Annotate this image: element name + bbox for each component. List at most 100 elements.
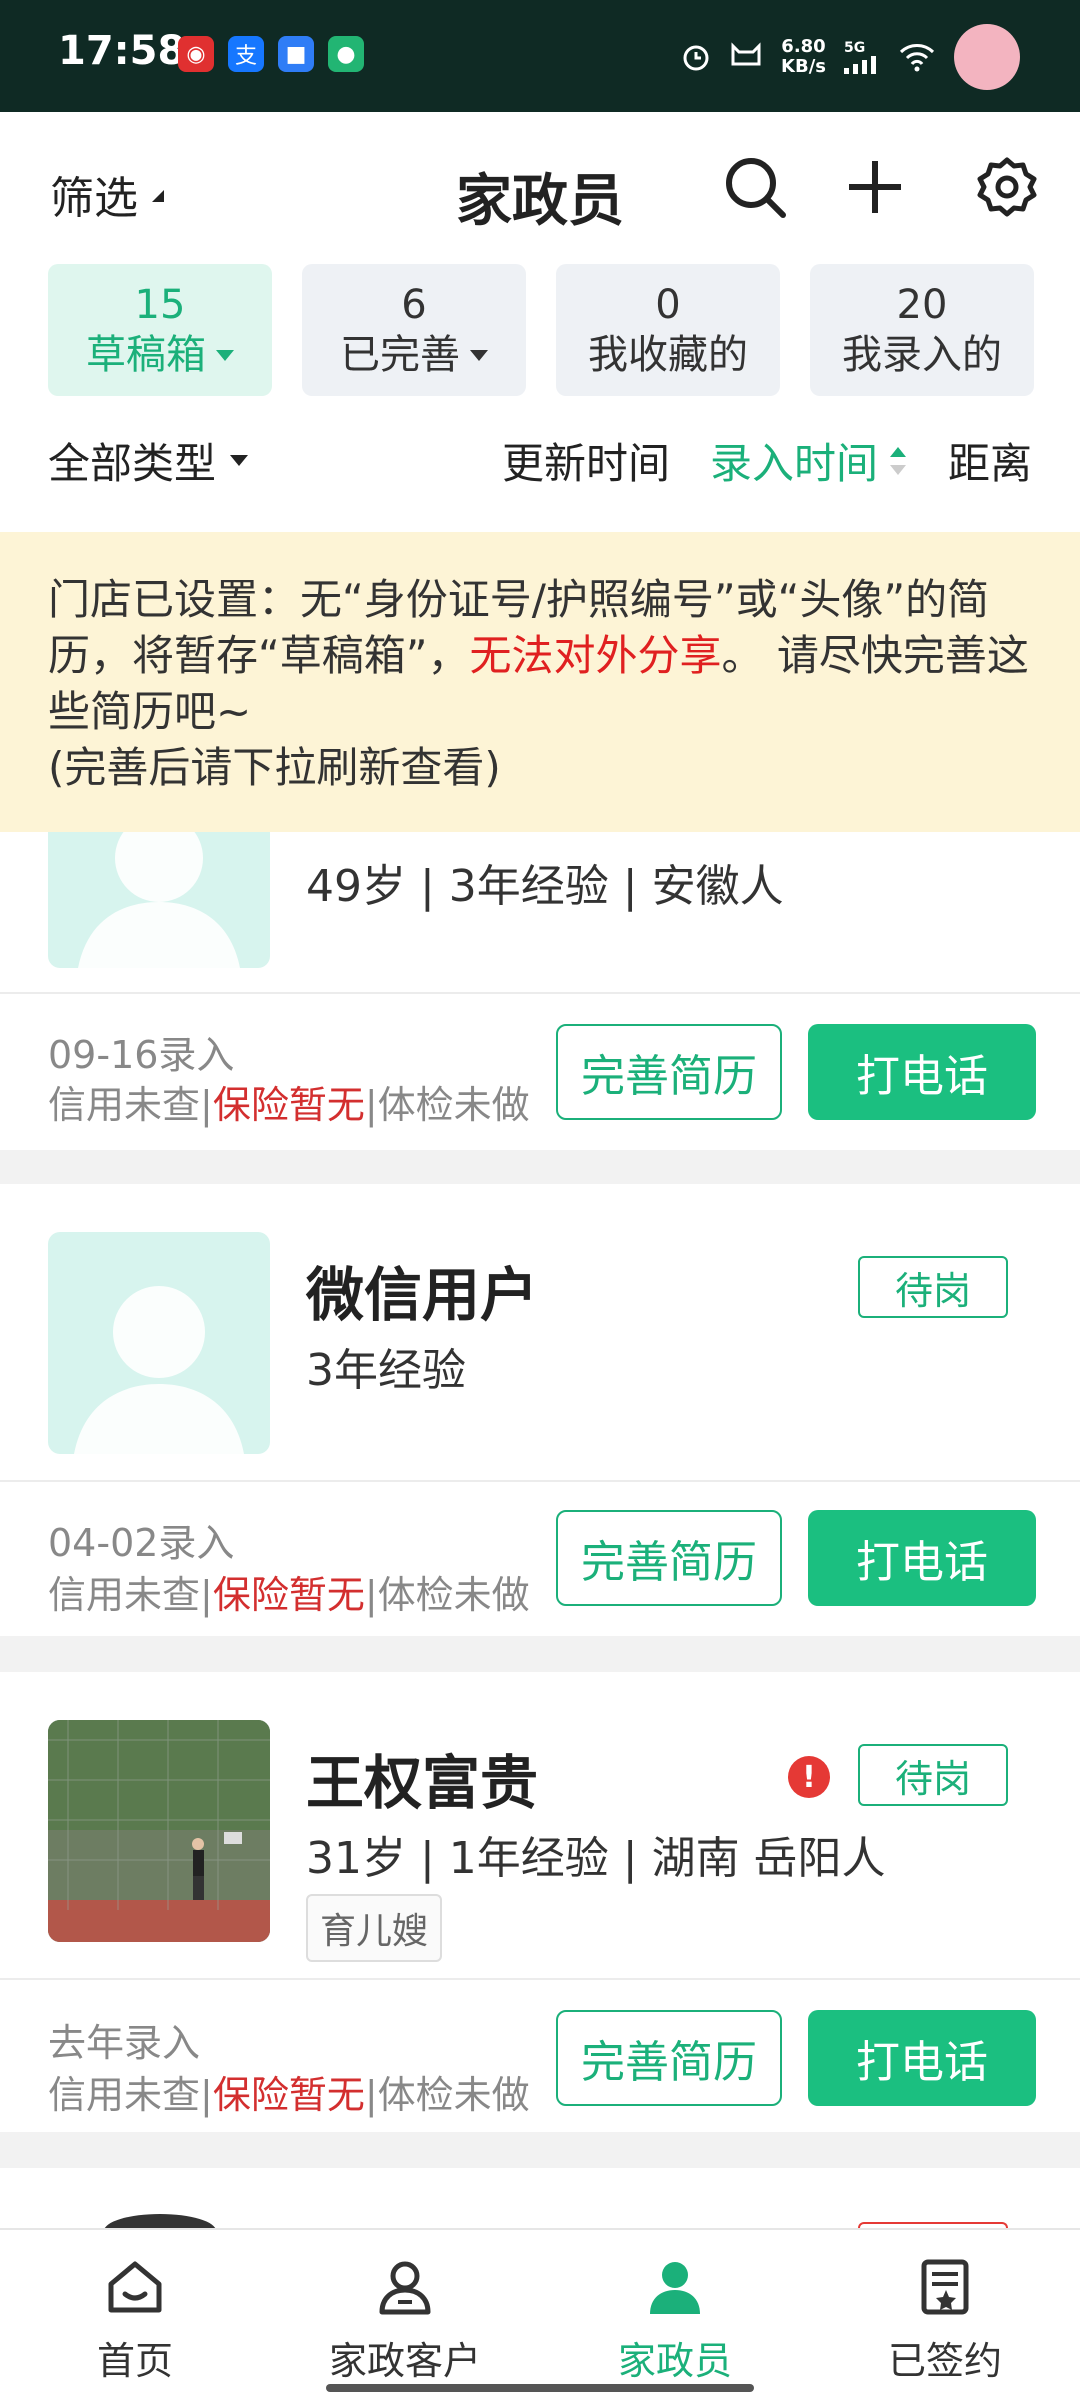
notice-part4: (完善后请下拉刷新查看) [48, 743, 501, 792]
tab-drafts[interactable]: 15 草稿箱 [48, 264, 272, 396]
tab-count: 0 [655, 282, 681, 328]
sort-option-update-time[interactable]: 更新时间 [502, 430, 670, 491]
complete-resume-button[interactable]: 完善简历 [556, 1024, 782, 1120]
sort-icon [889, 446, 906, 475]
status-bar: 17:58 ◉ 支 ■ ● 6.80 KB/s 5G [0, 0, 1080, 112]
credit-status: 信用未查 [48, 2073, 201, 2117]
notice-banner: 门店已设置：无“身份证号/护照编号”或“头像”的简历，将暂存“草稿箱”，无法对外… [0, 532, 1080, 832]
checkup-status: 体检未做 [377, 1573, 530, 1617]
nav-home[interactable]: 首页 [0, 2230, 270, 2402]
nav-clients[interactable]: 家政客户 [270, 2230, 540, 2402]
worker-name: 王权富贵 [306, 1749, 539, 1817]
complete-resume-button[interactable]: 完善简历 [556, 2010, 782, 2106]
nav-workers[interactable]: 家政员 [540, 2230, 810, 2402]
call-button[interactable]: 打电话 [808, 2010, 1036, 2106]
status-time: 17:58 [58, 28, 186, 74]
status-avatar [954, 24, 1020, 90]
tab-completed[interactable]: 6 已完善 [302, 264, 526, 396]
client-icon [379, 2261, 431, 2315]
nav-label: 家政员 [617, 2339, 732, 2383]
signal-icon [844, 56, 876, 74]
tab-favorites[interactable]: 0 我收藏的 [556, 264, 780, 396]
filter-button[interactable]: 筛选 [50, 162, 164, 226]
contract-icon [921, 2259, 969, 2315]
status-app-icons: ◉ 支 ■ ● [178, 36, 364, 72]
cat-icon [731, 42, 761, 66]
filter-corner-icon [152, 190, 164, 202]
plus-icon[interactable] [840, 152, 910, 222]
worker-name: 微信用户 [306, 1261, 539, 1329]
skill-tag: 育儿嫂 [306, 1894, 443, 1962]
tab-label: 我收藏的 [588, 332, 748, 378]
nav-label: 已签约 [887, 2339, 1002, 2383]
wifi-icon [899, 44, 935, 72]
call-button[interactable]: 打电话 [808, 1510, 1036, 1606]
cloud-icon: ■ [278, 36, 314, 72]
net-speed: 6.80 KB/s [781, 37, 826, 77]
tab-group: 15 草稿箱 6 已完善 0 我收藏的 20 我录入的 [48, 264, 1034, 396]
nav-label: 家政客户 [328, 2339, 481, 2383]
netease-icon: ◉ [178, 36, 214, 72]
chevron-down-icon [216, 349, 234, 361]
insurance-status: 保险暂无 [212, 1083, 365, 1127]
type-filter-dropdown[interactable]: 全部类型 [48, 430, 249, 491]
bottom-nav: 首页 家政客户 家政员 已签约 [0, 2228, 1080, 2402]
entry-date: 09-16录入 [48, 1033, 235, 1077]
tab-count: 20 [896, 282, 948, 328]
avatar [48, 1232, 270, 1454]
entry-date: 04-02录入 [48, 1521, 235, 1565]
filter-label: 筛选 [50, 173, 138, 224]
sort-options: 更新时间 录入时间 距离 [502, 430, 1032, 491]
status-badge: 待岗 [858, 1256, 1008, 1318]
page-header: 筛选 家政员 15 草稿箱 6 已完善 0 我收藏的 20 我录入的 全部类型 [0, 112, 1080, 532]
divider [0, 992, 1080, 994]
divider [0, 1978, 1080, 1980]
worker-card[interactable]: 微信用户 3年经验 待岗 04-02录入 信用未查|保险暂无|体检未做 完善简历… [0, 1184, 1080, 1636]
nav-signed[interactable]: 已签约 [810, 2230, 1080, 2402]
tab-label: 已完善 [340, 332, 460, 378]
nav-label: 首页 [96, 2339, 173, 2383]
warning-icon[interactable]: ! [788, 1756, 830, 1798]
status-indicators: 6.80 KB/s 5G [681, 24, 1020, 90]
complete-resume-button[interactable]: 完善简历 [556, 1510, 782, 1606]
verify-status: 信用未查|保险暂无|体检未做 [48, 1573, 530, 1617]
sort-option-label: 录入时间 [709, 439, 878, 488]
divider [0, 1480, 1080, 1482]
credit-status: 信用未查 [48, 1083, 201, 1127]
insurance-status: 保险暂无 [212, 1573, 365, 1617]
tab-my-entries[interactable]: 20 我录入的 [810, 264, 1034, 396]
verify-status: 信用未查|保险暂无|体检未做 [48, 1083, 530, 1127]
insurance-status: 保险暂无 [212, 2073, 365, 2117]
net-type: 5G [844, 40, 866, 56]
worker-info: 49岁 | 3年经验 | 安徽人 [306, 861, 784, 912]
home-indicator[interactable] [326, 2384, 754, 2392]
checkup-status: 体检未做 [377, 2073, 530, 2117]
credit-status: 信用未查 [48, 1573, 201, 1617]
alarm-icon [683, 45, 709, 71]
worker-icon [650, 2262, 700, 2314]
gear-icon[interactable] [972, 152, 1042, 222]
notice-text: 门店已设置：无“身份证号/护照编号”或“头像”的简历，将暂存“草稿箱”，无法对外… [48, 572, 1038, 796]
sort-option-distance[interactable]: 距离 [948, 430, 1032, 491]
status-badge: 待岗 [858, 1744, 1008, 1806]
tab-count: 6 [401, 282, 427, 328]
chevron-down-icon [230, 455, 249, 466]
type-filter-label: 全部类型 [48, 439, 217, 488]
net-speed-value: 6.80 [781, 36, 826, 57]
home-icon [108, 2261, 162, 2313]
worker-info: 3年经验 [306, 1345, 466, 1396]
verify-status: 信用未查|保险暂无|体检未做 [48, 2073, 530, 2117]
worker-info: 31岁 | 1年经验 | 湖南 岳阳人 [306, 1833, 886, 1884]
panda-icon: ● [328, 36, 364, 72]
notice-warning: 无法对外分享 [469, 631, 722, 680]
sort-bar: 全部类型 更新时间 录入时间 距离 [48, 430, 1032, 500]
net-speed-unit: KB/s [781, 56, 826, 77]
chevron-down-icon [470, 349, 488, 361]
tab-count: 15 [134, 282, 186, 328]
sort-option-entry-time[interactable]: 录入时间 [710, 430, 908, 491]
search-icon[interactable] [720, 152, 790, 222]
entry-date: 去年录入 [48, 2021, 201, 2065]
tab-label: 草稿箱 [86, 332, 206, 378]
call-button[interactable]: 打电话 [808, 1024, 1036, 1120]
worker-card[interactable]: 王权富贵 ! 待岗 31岁 | 1年经验 | 湖南 岳阳人 育儿嫂 去年录入 信… [0, 1672, 1080, 2132]
